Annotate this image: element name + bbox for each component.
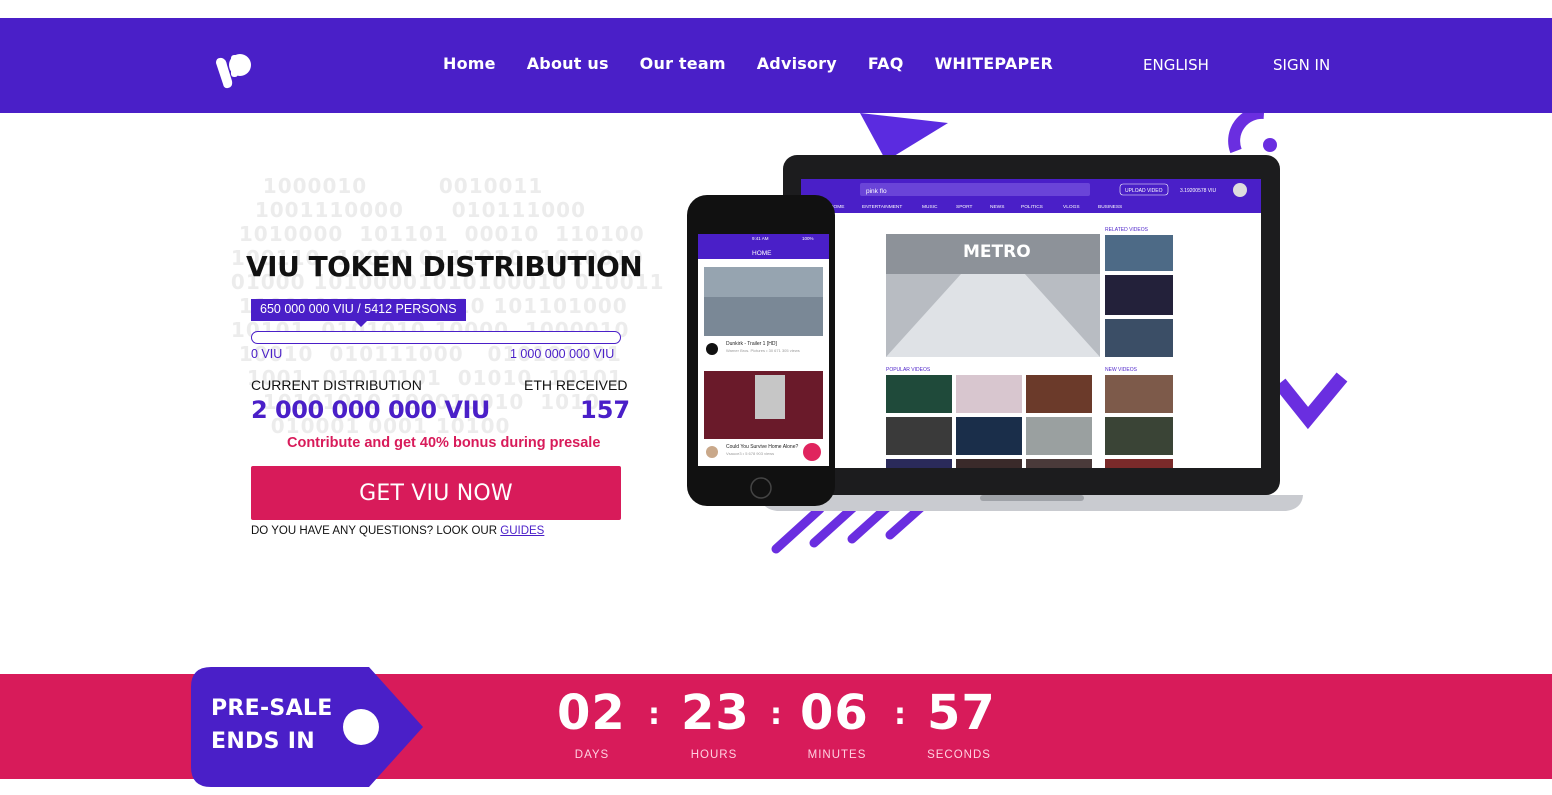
- laptop-mockup: pink flo UPLOAD VIDEO 3.19200578 VIU HOM…: [760, 155, 1303, 511]
- devices-mockup-illustration: pink flo UPLOAD VIDEO 3.19200578 VIU HOM…: [687, 113, 1348, 554]
- feature-video-title: METRO: [963, 242, 1031, 262]
- presale-bonus-text: Contribute and get 40% bonus during pres…: [287, 435, 601, 451]
- current-distribution-value: 2 000 000 000 VIU: [251, 396, 490, 424]
- svg-text:Could You Survive Home Alone?: Could You Survive Home Alone?: [726, 444, 798, 450]
- nav-faq[interactable]: FAQ: [868, 54, 904, 73]
- svg-text:SPORT: SPORT: [956, 204, 973, 210]
- countdown-separator: :: [648, 697, 660, 732]
- purple-zigzag-shape: [1274, 372, 1348, 430]
- nav-home[interactable]: Home: [443, 54, 496, 73]
- eth-received-label: ETH RECEIVED: [524, 377, 628, 393]
- svg-text:BUSINESS: BUSINESS: [1098, 204, 1122, 210]
- svg-text:9:41 AM: 9:41 AM: [752, 236, 769, 241]
- svg-text:HOME: HOME: [752, 250, 772, 257]
- nav-whitepaper[interactable]: WHITEPAPER: [935, 54, 1053, 73]
- get-viu-now-button[interactable]: GET VIU NOW: [251, 466, 621, 520]
- purple-ring-shape: [1228, 113, 1265, 154]
- svg-text:Vsauce3 • 5 678 903 views: Vsauce3 • 5 678 903 views: [726, 451, 774, 456]
- distribution-progress-bar: [251, 331, 621, 344]
- main-nav: Home About us Our team Advisory FAQ WHIT…: [443, 54, 1084, 73]
- guides-link[interactable]: GUIDES: [500, 525, 544, 537]
- top-navbar: Home About us Our team Advisory FAQ WHIT…: [0, 18, 1552, 113]
- nav-our-team[interactable]: Our team: [640, 54, 726, 73]
- nav-about-us[interactable]: About us: [527, 54, 609, 73]
- current-distribution-label: CURRENT DISTRIBUTION: [251, 377, 422, 393]
- svg-text:POLITICS: POLITICS: [1021, 204, 1043, 210]
- countdown-days: 02: [557, 685, 626, 741]
- laptop-balance-text: 3.19200578 VIU: [1180, 188, 1217, 194]
- svg-text:Warner Bros. Pictures • 30 6: Warner Bros. Pictures • 30 671 305 views: [726, 348, 800, 353]
- laptop-search-text: pink flo: [866, 188, 887, 195]
- presale-line: PRE-SALE: [211, 696, 333, 721]
- ends-in-line: ENDS IN: [211, 729, 315, 754]
- svg-text:NEW VIDEOS: NEW VIDEOS: [1105, 367, 1138, 373]
- countdown-days-label: DAYS: [574, 749, 610, 761]
- countdown-hours: 23: [681, 685, 750, 741]
- svg-text:MUSIC: MUSIC: [922, 204, 938, 210]
- language-selector[interactable]: ENGLISH: [1143, 56, 1209, 74]
- purple-triangle-shape: [860, 113, 948, 161]
- questions-label: DO YOU HAVE ANY QUESTIONS? LOOK OUR: [251, 525, 498, 537]
- countdown-separator: :: [770, 697, 782, 732]
- svg-text:100%: 100%: [802, 236, 814, 241]
- presale-ends-label: PRE-SALE ENDS IN: [211, 692, 333, 758]
- progress-range-max: 1 000 000 000 VIU: [510, 347, 615, 361]
- svg-text:NEWS: NEWS: [990, 204, 1004, 210]
- purple-dot-shape: [1263, 138, 1277, 152]
- svg-text:ENTERTAINMENT: ENTERTAINMENT: [862, 204, 902, 210]
- countdown-separator: :: [894, 697, 906, 732]
- progress-range-min: 0 VIU: [251, 347, 283, 361]
- nav-advisory[interactable]: Advisory: [757, 54, 837, 73]
- viu-logo-icon[interactable]: [214, 51, 254, 91]
- svg-text:VLOGS: VLOGS: [1063, 204, 1080, 210]
- countdown-minutes: 06: [800, 685, 869, 741]
- countdown-seconds-label: SECONDS: [927, 749, 991, 761]
- phone-mockup: 9:41 AM 100% HOME Dunkirk - Trailer 1 [H…: [687, 195, 835, 506]
- laptop-upload-text: UPLOAD VIDEO: [1125, 188, 1163, 194]
- svg-text:Dunkirk - Trailer 1 [HD]: Dunkirk - Trailer 1 [HD]: [726, 341, 777, 347]
- svg-text:RELATED VIDEOS: RELATED VIDEOS: [1105, 227, 1149, 233]
- sign-in-link[interactable]: SIGN IN: [1273, 56, 1330, 74]
- distribution-progress-badge: 650 000 000 VIU / 5412 PERSONS: [251, 299, 466, 327]
- countdown-hours-label: HOURS: [690, 749, 738, 761]
- eth-received-value: 157: [580, 396, 631, 424]
- page-title: VIU TOKEN DISTRIBUTION: [246, 250, 643, 283]
- countdown-seconds: 57: [927, 685, 996, 741]
- questions-text: DO YOU HAVE ANY QUESTIONS? LOOK OUR GUID…: [251, 525, 544, 537]
- svg-text:POPULAR VIDEOS: POPULAR VIDEOS: [886, 367, 931, 373]
- countdown-minutes-label: MINUTES: [807, 749, 867, 761]
